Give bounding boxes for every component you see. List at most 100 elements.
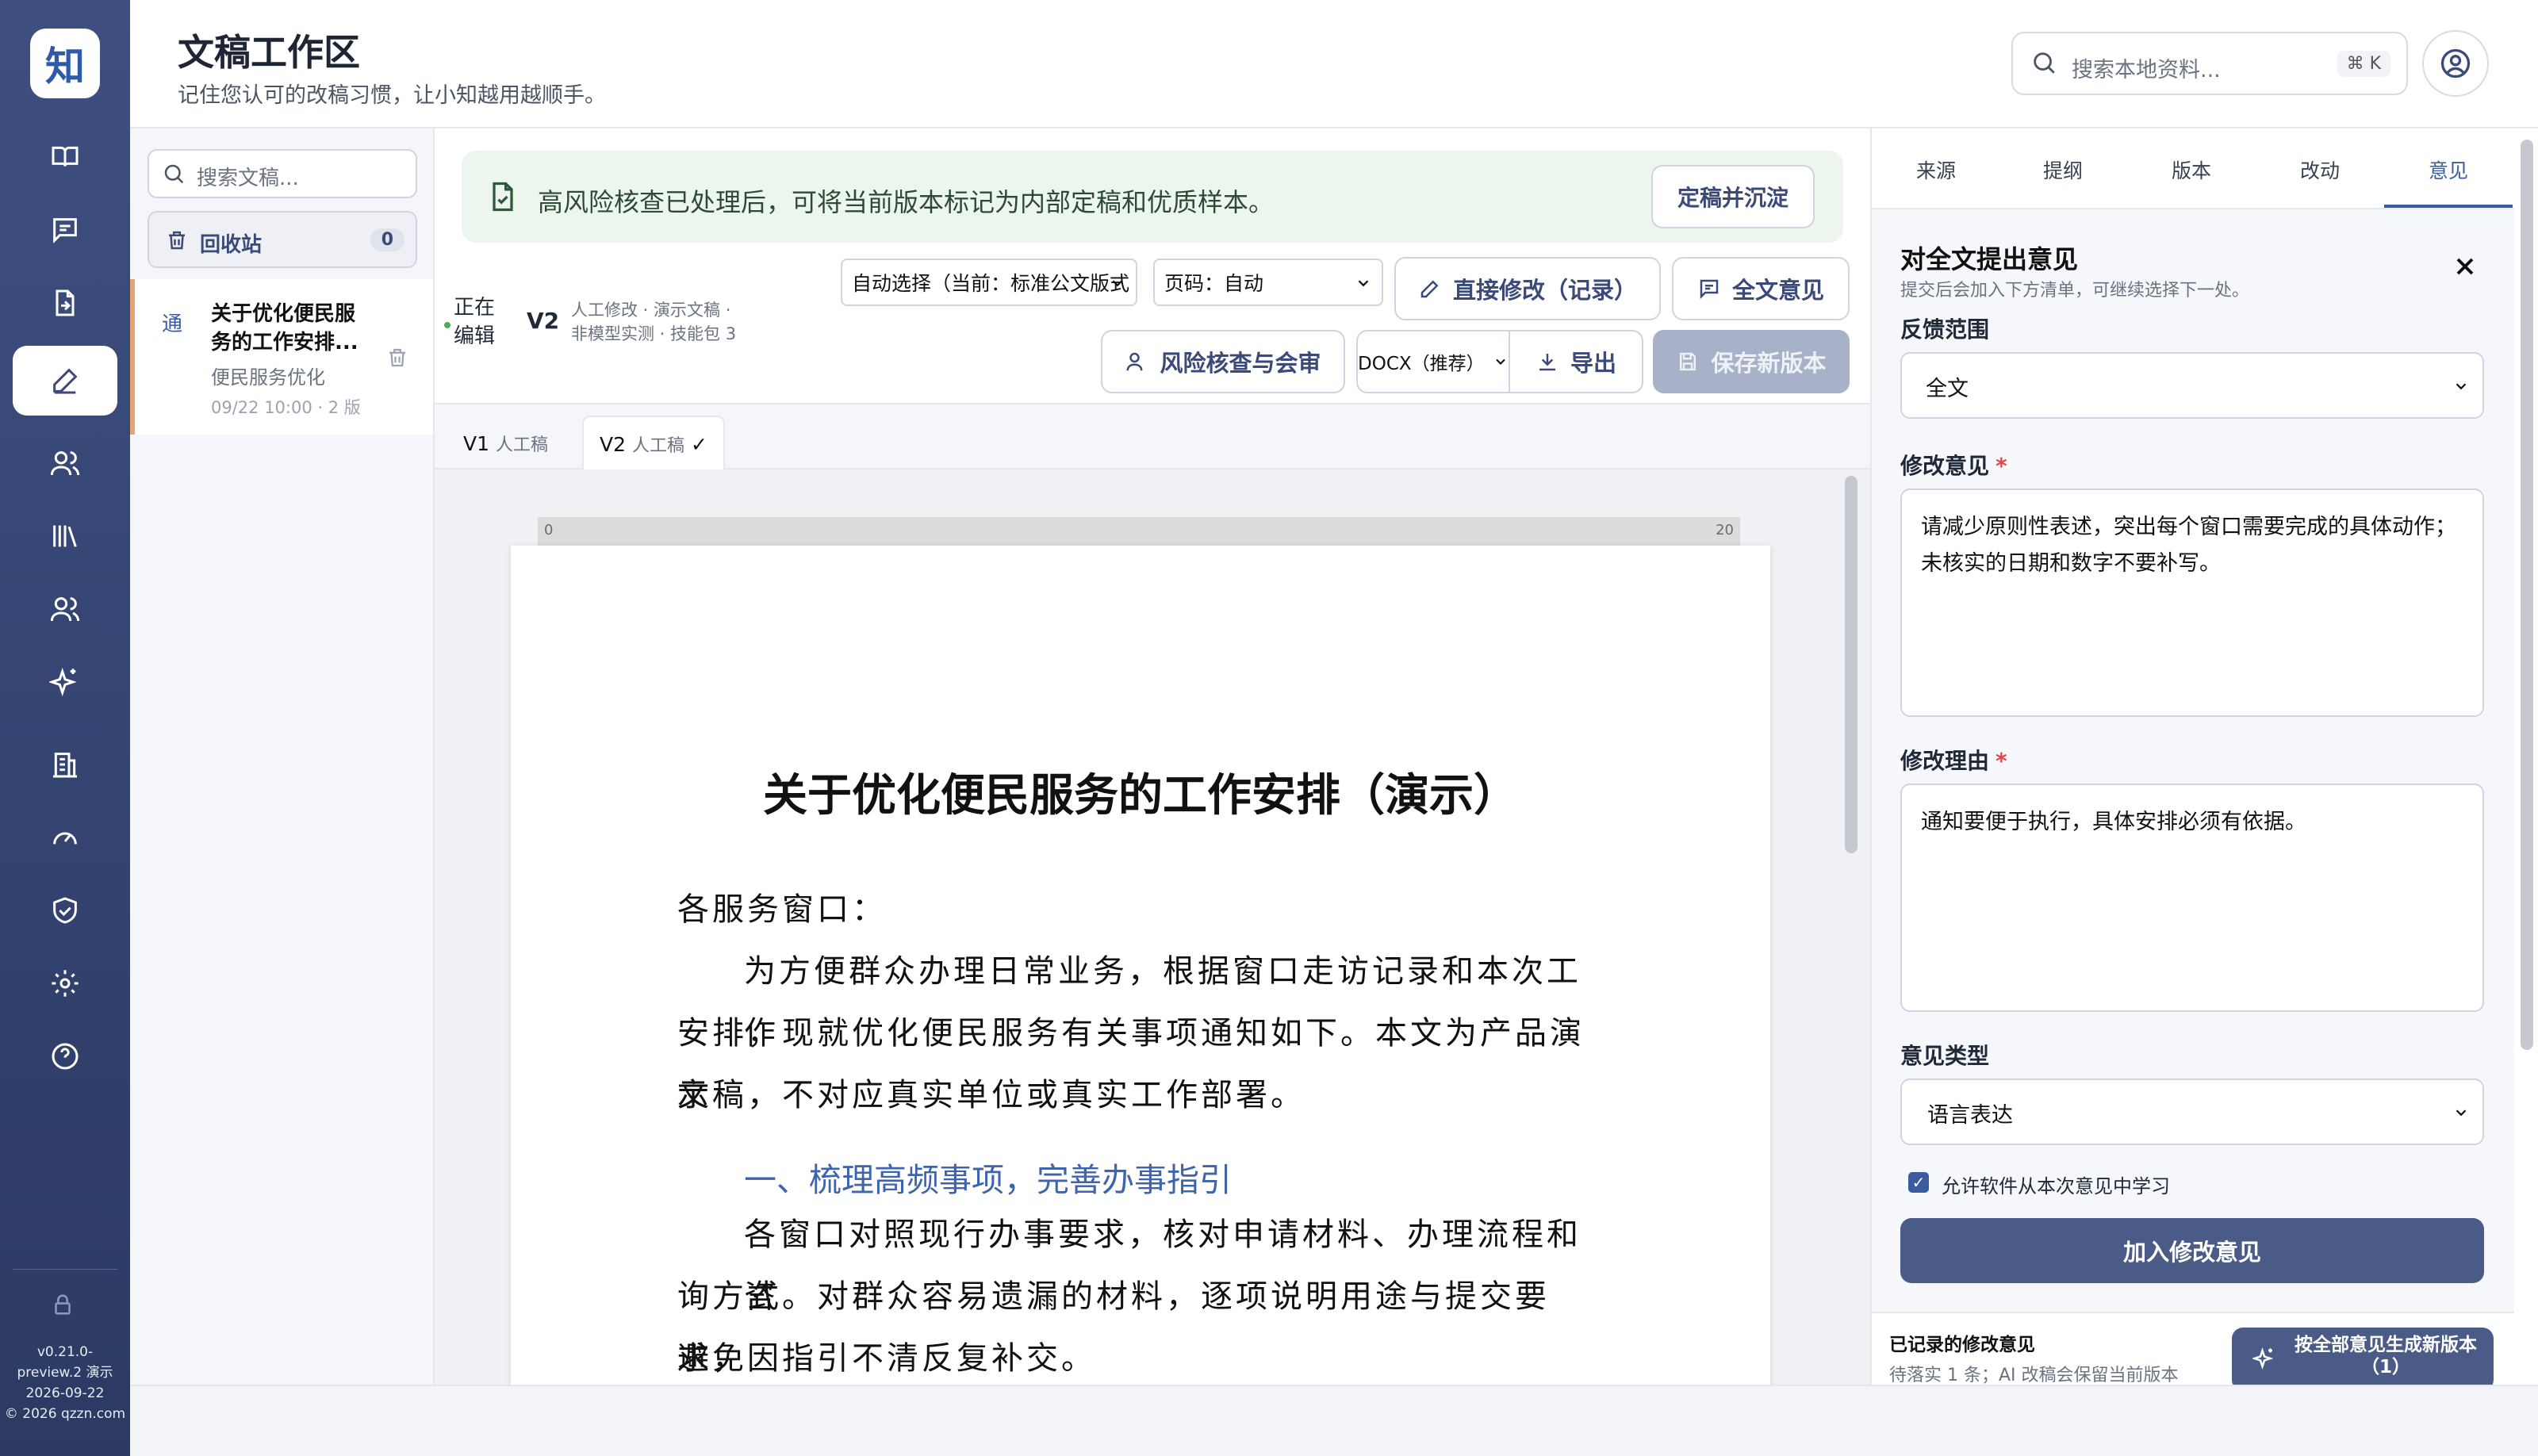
risk-review-button[interactable]: 风险核查与会审 (1101, 330, 1345, 393)
format-select-value: 自动选择（当前：标准公文版式 (852, 272, 1130, 295)
tab-outline[interactable]: 提纲 (2043, 155, 2083, 184)
tab-label: V2 (600, 432, 627, 456)
export-format-select[interactable]: DOCX（推荐） (1356, 330, 1510, 393)
doc-meta: 09/22 10:00 · 2 版 (211, 398, 361, 417)
pen-icon (49, 365, 81, 397)
search-shortcut: ⌘ K (2337, 51, 2390, 77)
sparkles-icon (2252, 1347, 2276, 1370)
header: 文稿工作区 记住您认可的改稿习惯，让小知越用越顺手。 搜索本地资料... ⌘ K (130, 0, 2538, 128)
nav-import[interactable] (13, 268, 117, 338)
nav-settings[interactable] (13, 948, 117, 1018)
doc-search-input[interactable]: 搜索文稿... (148, 149, 417, 198)
bottom-bar (130, 1385, 2538, 1456)
section-heading: 一、梳理高频事项，完善办事指引 (744, 1161, 1232, 1199)
delete-doc-icon[interactable] (385, 346, 409, 370)
chevron-down-icon (1355, 274, 1372, 292)
app-logo[interactable]: 知 (30, 29, 100, 98)
nav-drafts[interactable] (13, 346, 117, 416)
document-list-item[interactable]: 通 关于优化便民服务的工作安排... 便民服务优化 09/22 10:00 · … (130, 279, 433, 435)
version-meta: 人工修改 · 演示文稿 · 非模型实测 · 技能包 3 (571, 298, 736, 346)
file-check-icon (485, 179, 520, 214)
save-version-button[interactable]: 保存新版本 (1653, 330, 1850, 393)
opinion-textarea[interactable]: 请减少原则性表述，突出每个窗口需要完成的具体动作；未核实的日期和数字不要补写。 (1900, 489, 2484, 717)
reason-textarea[interactable]: 通知要便于执行，具体安排必须有依据。 (1900, 784, 2484, 1012)
ruler-end: 20 (1716, 522, 1734, 538)
full-opinion-button[interactable]: 全文意见 (1672, 257, 1850, 320)
nav-help[interactable] (13, 1021, 117, 1091)
users-icon (49, 447, 81, 479)
tab-changes[interactable]: 改动 (2300, 155, 2340, 184)
format-select[interactable]: 自动选择（当前：标准公文版式 (841, 259, 1137, 306)
trash-count-badge: 0 (370, 228, 404, 251)
nav-ai[interactable] (13, 647, 117, 717)
document-canvas[interactable]: 0 20 关于优化便民服务的工作安排（演示） 各服务窗口： 为方便群众办理日常业… (435, 469, 1870, 1385)
chevron-down-icon (1493, 354, 1509, 370)
learn-checkbox-label: 允许软件从本次意见中学习 (1942, 1175, 2170, 1197)
editing-dot (444, 322, 450, 328)
generate-label: 按全部意见生成新版本（1） (2295, 1335, 2477, 1377)
opinion-label-text: 修改意见 (1900, 453, 1990, 479)
user-account-button[interactable] (2422, 30, 2489, 97)
form-subtitle: 提交后会加入下方清单，可继续选择下一处。 (1900, 281, 2250, 301)
lock-icon[interactable] (49, 1291, 76, 1318)
para1-line3: 文稿，不对应真实单位或真实工作部署。 (677, 1077, 1305, 1113)
finalize-button[interactable]: 定稿并沉淀 (1651, 165, 1815, 228)
page-number-select[interactable]: 页码：自动 (1153, 259, 1383, 306)
learn-checkbox[interactable]: ✓ (1908, 1172, 1929, 1193)
save-version-label: 保存新版本 (1711, 350, 1827, 377)
scope-select[interactable]: 全文 (1900, 352, 2484, 419)
generate-version-button[interactable]: 按全部意见生成新版本（1） (2232, 1328, 2494, 1391)
book-open-icon (49, 141, 81, 173)
reason-label-text: 修改理由 (1900, 748, 1990, 774)
comment-icon (1697, 277, 1721, 301)
document-list-panel: 搜索文稿... 回收站 0 通 关于优化便民服务的工作安排... 便民服务优化 … (130, 128, 435, 1385)
check-icon: ✓ (691, 432, 707, 456)
export-button[interactable]: 导出 (1509, 330, 1643, 393)
nav-library[interactable] (13, 122, 117, 192)
export-label: 导出 (1570, 350, 1616, 377)
copyright: © 2026 qzzn.com (4, 1406, 126, 1422)
export-format-value: DOCX（推荐） (1358, 354, 1485, 374)
nav-people[interactable] (13, 428, 117, 498)
version-line: preview.2 演示 (17, 1365, 113, 1381)
type-select[interactable]: 语言表达 (1900, 1079, 2484, 1145)
editor-scrollbar[interactable] (1845, 476, 1857, 853)
tab-source[interactable]: 来源 (1916, 155, 1956, 184)
form-title: 对全文提出意见 (1900, 244, 2079, 274)
tab-v1[interactable]: V1 人工稿 (447, 416, 564, 471)
trash-button[interactable]: 回收站 0 (148, 211, 417, 268)
version-date: 2026-09-22 (25, 1385, 105, 1401)
version-tabs: V1 人工稿 V2 人工稿 ✓ (435, 403, 1870, 471)
tab-versions[interactable]: 版本 (2172, 155, 2211, 184)
current-version: V2 (527, 308, 560, 334)
nav-bookshelf[interactable] (13, 501, 117, 571)
required-mark: * (1996, 453, 2007, 479)
nav-org[interactable] (13, 730, 117, 799)
scope-label: 反馈范围 (1900, 316, 1990, 343)
doc-category: 便民服务优化 (211, 366, 325, 389)
salutation: 各服务窗口： (677, 891, 887, 928)
version-meta-line: 人工修改 · 演示文稿 · (571, 301, 731, 320)
tab-sub: 人工稿 (632, 436, 685, 456)
status-banner: 高风险核查已处理后，可将当前版本标记为内部定稿和优质样本。 定稿并沉淀 (462, 151, 1843, 243)
user-icon (2438, 46, 2473, 81)
tab-opinions[interactable]: 意见 (2429, 155, 2468, 184)
risk-review-label: 风险核查与会审 (1160, 350, 1321, 377)
bookshelf-icon (49, 520, 81, 552)
nav-messages[interactable] (13, 195, 117, 265)
close-icon[interactable] (2451, 252, 2479, 281)
global-search-input[interactable]: 搜索本地资料... ⌘ K (2011, 32, 2408, 95)
chevron-down-icon (2452, 377, 2470, 395)
nav-security[interactable] (13, 876, 117, 945)
pencil-icon (1418, 277, 1442, 301)
direct-edit-button[interactable]: 直接修改（记录） (1394, 257, 1661, 320)
nav-groups[interactable] (13, 574, 117, 644)
panel-scrollbar[interactable] (2521, 140, 2533, 1050)
doc-title: 关于优化便民服务的工作安排... (211, 302, 358, 354)
nav-dashboard[interactable] (13, 803, 117, 872)
add-opinion-button[interactable]: 加入修改意见 (1900, 1218, 2484, 1283)
page-title: 文稿工作区 (178, 31, 360, 74)
tab-v2[interactable]: V2 人工稿 ✓ (582, 416, 725, 471)
document-page[interactable]: 关于优化便民服务的工作安排（演示） 各服务窗口： 为方便群众办理日常业务，根据窗… (511, 546, 1770, 1385)
version-info: v0.21.0- preview.2 演示 2026-09-22 © 2026 … (0, 1342, 130, 1424)
